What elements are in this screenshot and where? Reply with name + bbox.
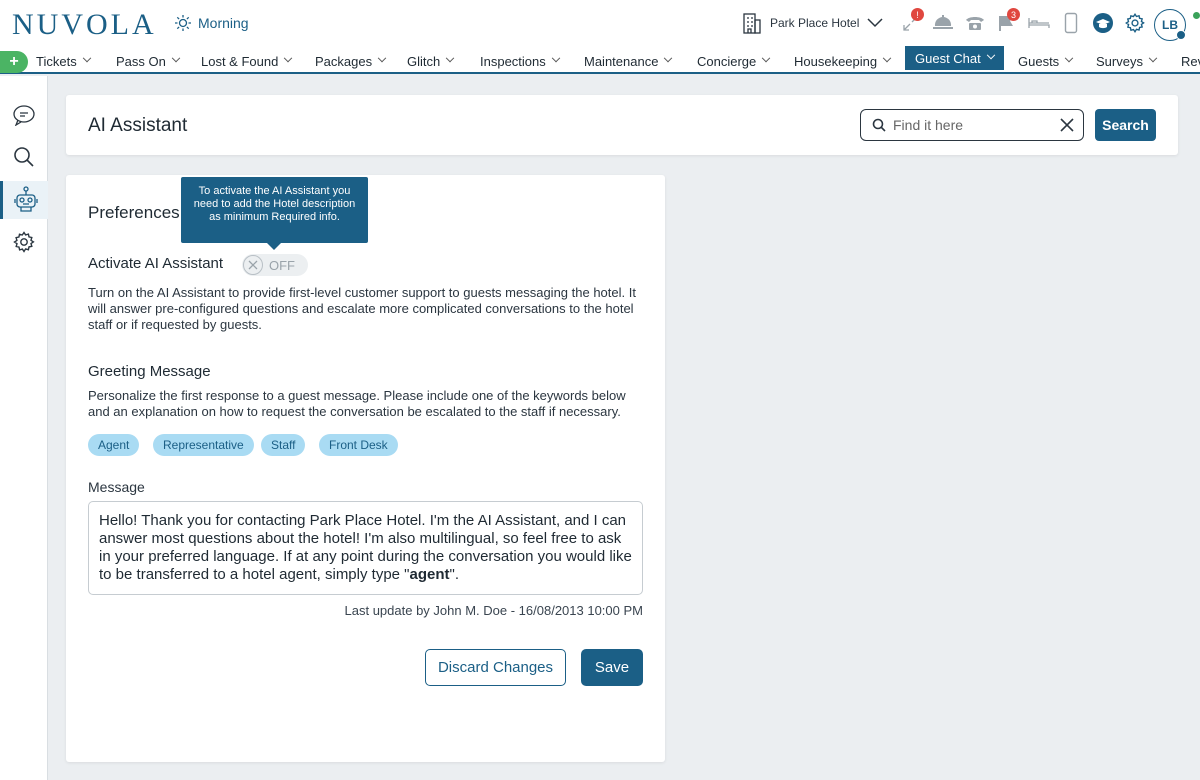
app-logo[interactable]: NUVOLA	[12, 8, 157, 42]
phone-button[interactable]	[962, 8, 988, 38]
nav-glitch[interactable]: Glitch	[407, 48, 455, 74]
last-update-info: Last update by John M. Doe - 16/08/2013 …	[344, 603, 643, 618]
phone-icon	[966, 17, 984, 30]
sidebar-chat[interactable]	[0, 96, 48, 134]
message-end: ".	[449, 566, 460, 583]
nav-pass-on[interactable]: Pass On	[116, 48, 181, 74]
chevron-down-icon	[762, 53, 771, 63]
activate-ai-label: Activate AI Assistant	[88, 255, 224, 272]
activate-ai-description: Turn on the AI Assistant to provide firs…	[88, 285, 636, 332]
chevron-down-icon	[445, 53, 455, 63]
hotel-name: Park Place Hotel	[770, 16, 860, 30]
chevron-down-icon	[867, 18, 883, 28]
chevron-down-icon	[664, 53, 673, 63]
quick-add-button[interactable]: +	[0, 51, 28, 73]
keyword-chip-staff[interactable]: Staff	[261, 434, 306, 456]
service-bell-icon	[933, 15, 953, 29]
messages-button[interactable]: 3	[994, 8, 1020, 38]
hotel-selector[interactable]: Park Place Hotel	[742, 12, 883, 34]
activation-tooltip: To activate the AI Assistant you need to…	[181, 177, 368, 250]
nav-lost-found[interactable]: Lost & Found	[201, 48, 293, 74]
nav-maintenance[interactable]: Maintenance	[584, 48, 673, 74]
clear-search-icon[interactable]	[1060, 118, 1074, 132]
message-label: Message	[88, 479, 145, 495]
toggle-knob	[243, 255, 263, 275]
nav-housekeeping[interactable]: Housekeeping	[794, 48, 892, 74]
preferences-title: Preferences	[88, 203, 180, 222]
search-icon	[14, 147, 34, 167]
page-header-card: AI Assistant Search	[66, 95, 1178, 155]
sidebar-settings[interactable]	[0, 223, 48, 261]
nav-inspections[interactable]: Inspections	[480, 48, 561, 74]
mobile-phone-icon	[1064, 12, 1078, 34]
top-icon-bar: ! 3	[898, 8, 1148, 38]
keyword-chip-front-desk[interactable]: Front Desk	[319, 434, 398, 456]
messages-badge: 3	[1007, 8, 1020, 21]
chevron-down-icon	[171, 53, 181, 63]
greeting-message-description: Personalize the first response to a gues…	[88, 388, 626, 419]
search-input[interactable]	[893, 116, 1053, 134]
keyword-chip-representative[interactable]: Representative	[153, 434, 254, 456]
nav-guest-chat[interactable]: Guest Chat	[905, 46, 1004, 70]
save-button[interactable]: Save	[581, 649, 643, 686]
keyword-chip-agent[interactable]: Agent	[88, 434, 140, 456]
plus-icon: +	[9, 53, 19, 70]
toggle-state-label: OFF	[269, 257, 295, 273]
chevron-down-icon	[986, 50, 996, 60]
rooms-button[interactable]	[1026, 8, 1052, 38]
chevron-down-icon	[551, 53, 561, 63]
bed-icon	[1028, 18, 1050, 28]
message-keyword: agent	[409, 566, 450, 583]
nav-packages[interactable]: Packages	[315, 48, 387, 74]
main-nav: + Tickets Pass On Lost & Found Packages …	[0, 46, 1200, 74]
page-title: AI Assistant	[88, 115, 188, 136]
chevron-down-icon	[1064, 53, 1074, 63]
message-text: Hello! Thank you for contacting Park Pla…	[99, 512, 632, 583]
left-sidebar	[0, 76, 48, 780]
search-icon	[872, 118, 886, 132]
gear-icon	[13, 231, 35, 253]
shift-selector[interactable]: Morning	[174, 14, 249, 32]
alerts-button[interactable]: !	[898, 8, 924, 38]
nav-guests[interactable]: Guests	[1018, 48, 1074, 74]
settings-button[interactable]	[1122, 8, 1148, 38]
training-button[interactable]	[1090, 8, 1116, 38]
x-icon	[248, 260, 258, 270]
activate-ai-toggle[interactable]: OFF	[242, 254, 308, 276]
search-field[interactable]	[860, 109, 1084, 141]
sidebar-ai-assistant[interactable]	[0, 181, 48, 219]
greeting-message-textarea[interactable]: Hello! Thank you for contacting Park Pla…	[88, 501, 643, 595]
discard-changes-button[interactable]: Discard Changes	[425, 649, 566, 686]
chevron-down-icon	[82, 53, 91, 63]
chevron-down-icon	[1148, 53, 1158, 63]
search-button[interactable]: Search	[1095, 109, 1156, 141]
alerts-badge: !	[911, 8, 924, 21]
nav-rev[interactable]: Rev	[1181, 48, 1200, 74]
chevron-down-icon	[377, 53, 387, 63]
nav-tickets[interactable]: Tickets	[36, 48, 91, 74]
chat-bubble-icon	[13, 105, 35, 126]
mobile-button[interactable]	[1058, 8, 1084, 38]
nav-concierge[interactable]: Concierge	[697, 48, 771, 74]
greeting-message-title: Greeting Message	[88, 363, 211, 380]
sidebar-search[interactable]	[0, 138, 48, 176]
avatar-menu-indicator	[1176, 30, 1186, 40]
service-bell-button[interactable]	[930, 8, 956, 38]
nav-surveys[interactable]: Surveys	[1096, 48, 1158, 74]
shift-label: Morning	[198, 15, 249, 31]
ai-assistant-settings-card: Preferences To activate the AI Assistant…	[66, 175, 665, 762]
graduation-cap-icon	[1093, 13, 1113, 33]
hotel-building-icon	[743, 13, 761, 34]
chevron-down-icon	[882, 53, 892, 63]
chevron-down-icon	[284, 53, 293, 63]
gear-icon	[1125, 13, 1145, 33]
sun-icon	[175, 15, 191, 31]
online-status-dot	[1193, 12, 1200, 19]
top-bar: NUVOLA Morning Park Place Hotel ! 3 LB	[0, 0, 1200, 48]
robot-icon	[13, 186, 38, 212]
